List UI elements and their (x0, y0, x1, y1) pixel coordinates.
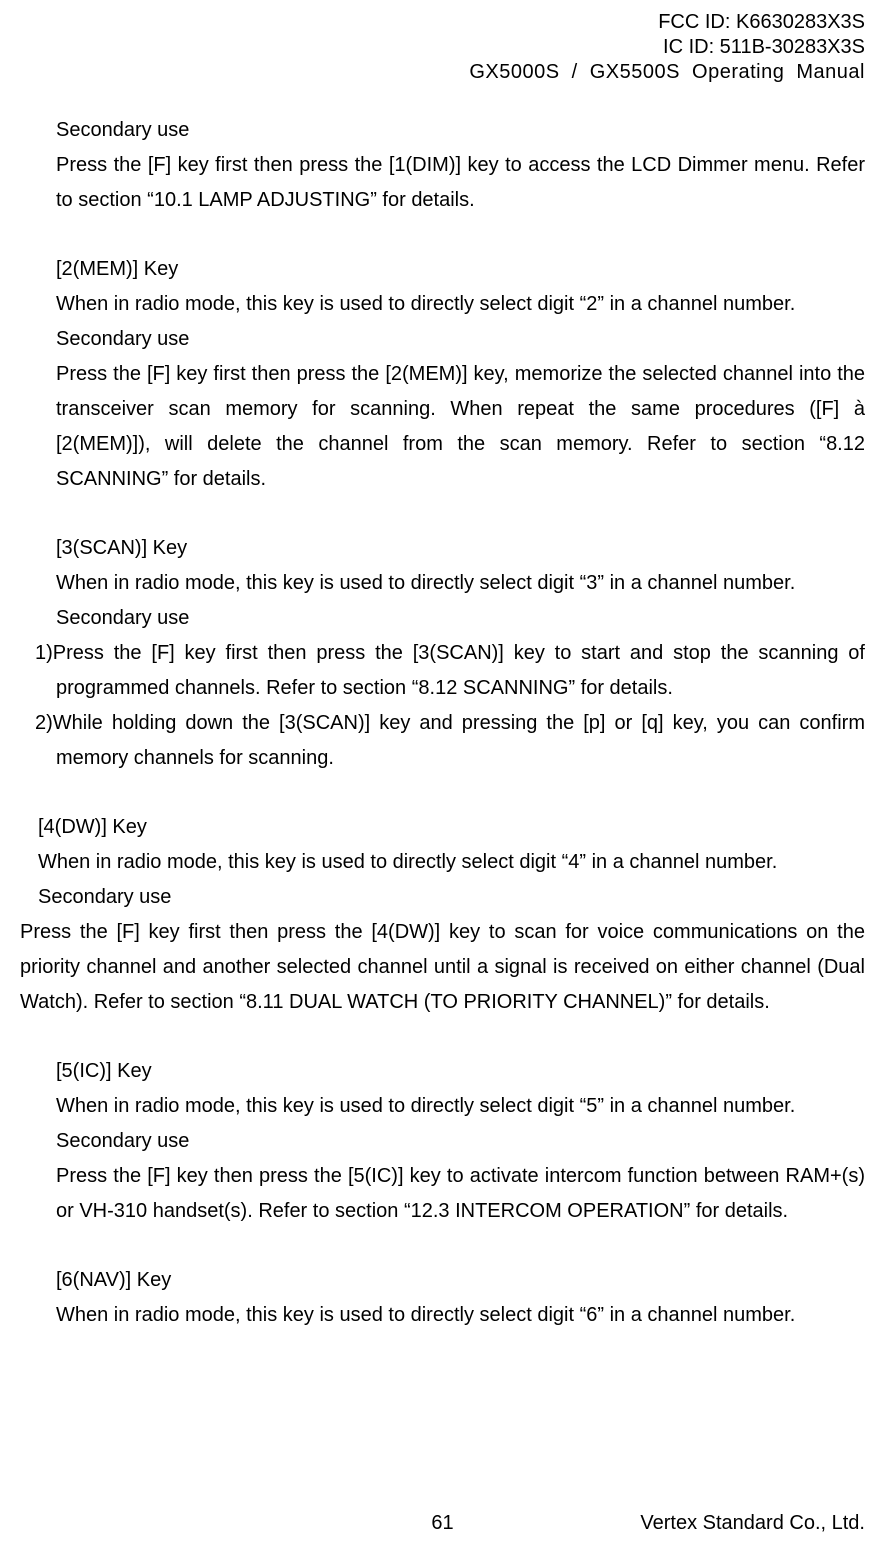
ic-id: IC ID: 511B-30283X3S (20, 35, 865, 60)
paragraph: Press the [F] key first then press the [… (20, 357, 865, 497)
secondary-use-label: Secondary use (20, 880, 865, 915)
paragraph: When in radio mode, this key is used to … (20, 566, 865, 601)
key-title-6nav: [6(NAV)] Key (20, 1263, 865, 1298)
fcc-id: FCC ID: K6630283X3S (20, 10, 865, 35)
page-header: FCC ID: K6630283X3S IC ID: 511B-30283X3S… (20, 10, 865, 85)
key-title-2mem: [2(MEM)] Key (20, 252, 865, 287)
product-line: GX5000S / GX5500S Operating Manual (20, 60, 865, 85)
page-number: 61 (431, 1512, 453, 1535)
paragraph: When in radio mode, this key is used to … (20, 1089, 865, 1124)
key-title-4dw: [4(DW)] Key (20, 810, 865, 845)
secondary-use-label: Secondary use (20, 1124, 865, 1159)
page-footer: . 61 Vertex Standard Co., Ltd. (20, 1512, 865, 1535)
secondary-use-label: Secondary use (20, 601, 865, 636)
key-title-3scan: [3(SCAN)] Key (20, 531, 865, 566)
paragraph: When in radio mode, this key is used to … (20, 845, 865, 880)
paragraph: Press the [F] key then press the [5(IC)]… (20, 1159, 865, 1229)
document-body: Secondary use Press the [F] key first th… (20, 113, 865, 1333)
secondary-use-label: Secondary use (20, 113, 865, 148)
paragraph: When in radio mode, this key is used to … (20, 287, 865, 322)
paragraph: When in radio mode, this key is used to … (20, 1298, 865, 1333)
paragraph: Press the [F] key first then press the [… (20, 915, 865, 1020)
numbered-item-2: 2)While holding down the [3(SCAN)] key a… (20, 706, 865, 776)
key-title-5ic: [5(IC)] Key (20, 1054, 865, 1089)
company-name: Vertex Standard Co., Ltd. (640, 1512, 865, 1535)
paragraph: Press the [F] key first then press the [… (20, 148, 865, 218)
document-page: FCC ID: K6630283X3S IC ID: 511B-30283X3S… (0, 0, 885, 1555)
numbered-item-1: 1)Press the [F] key first then press the… (20, 636, 865, 706)
secondary-use-label: Secondary use (20, 322, 865, 357)
